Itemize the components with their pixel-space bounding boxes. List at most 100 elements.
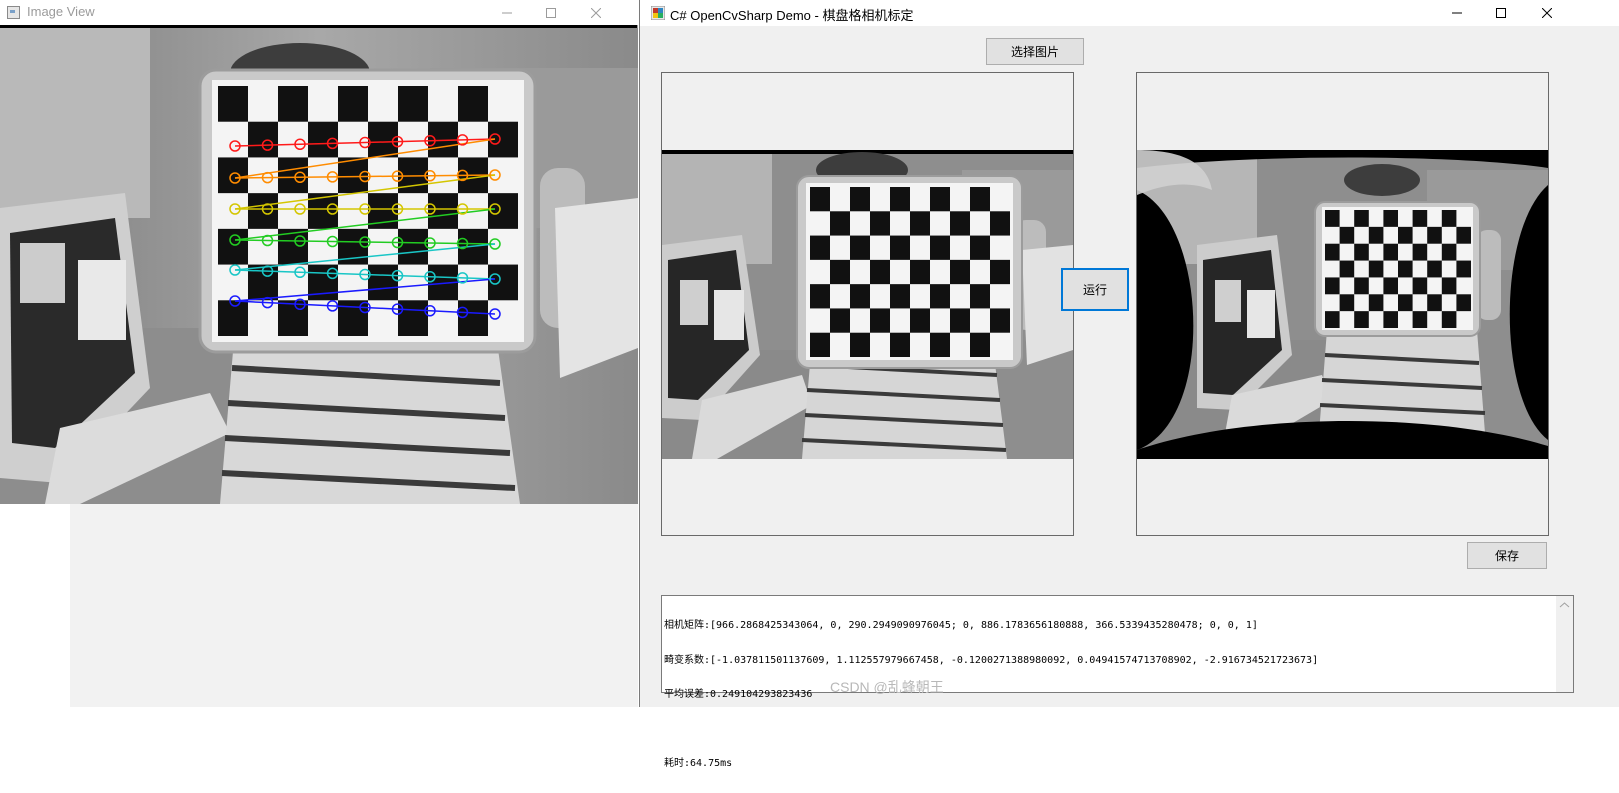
checker-square xyxy=(1354,277,1369,295)
checker-square xyxy=(1456,260,1471,278)
result-line-mean-error: 平均误差:0.249104293823436 xyxy=(664,689,813,700)
minimize-button[interactable] xyxy=(484,0,530,25)
checker-square xyxy=(1339,226,1355,244)
source-picturebox xyxy=(661,72,1074,536)
checker-square xyxy=(870,308,890,333)
checker-square xyxy=(1325,311,1340,328)
checker-square xyxy=(930,235,950,260)
checker-square xyxy=(930,332,950,357)
close-icon xyxy=(591,7,601,18)
checker-square xyxy=(850,235,870,260)
checker-square xyxy=(1441,277,1457,295)
checker-square xyxy=(930,284,950,309)
checker-square xyxy=(1325,243,1340,261)
checker-square xyxy=(1456,226,1471,244)
checker-square xyxy=(1383,243,1398,261)
checker-square xyxy=(368,264,398,301)
checker-square xyxy=(1368,260,1384,278)
checker-square xyxy=(850,284,870,309)
close-button[interactable] xyxy=(1524,0,1570,25)
checker-square xyxy=(990,211,1010,236)
window-app-icon xyxy=(7,6,20,19)
checker-square xyxy=(398,228,428,265)
checker-square xyxy=(218,157,248,194)
checker-square xyxy=(870,211,890,236)
checker-square xyxy=(248,121,278,158)
source-photo xyxy=(662,150,1073,459)
checker-square xyxy=(1441,311,1457,328)
checker-square xyxy=(398,86,428,122)
run-button[interactable]: 运行 xyxy=(1061,268,1129,311)
checker-square xyxy=(338,86,368,122)
maximize-icon xyxy=(546,7,556,18)
maximize-button[interactable] xyxy=(1478,0,1524,25)
close-button[interactable] xyxy=(573,0,619,25)
checker-square xyxy=(810,332,830,357)
result-textbox[interactable]: 相机矩阵:[966.2868425343064, 0, 290.29490909… xyxy=(661,595,1574,769)
checker-square xyxy=(1412,243,1428,261)
checker-square xyxy=(308,121,338,158)
maximize-button[interactable] xyxy=(528,0,574,25)
checker-square xyxy=(1412,311,1428,328)
checker-square xyxy=(278,300,308,336)
checker-square xyxy=(1441,243,1457,261)
checker-square xyxy=(458,300,488,336)
result-line-camera-matrix: 相机矩阵:[966.2868425343064, 0, 290.29490909… xyxy=(664,620,1258,631)
checker-square xyxy=(950,259,970,285)
checker-square xyxy=(890,284,910,309)
checker-square xyxy=(870,259,890,285)
checker-square xyxy=(810,284,830,309)
checker-square xyxy=(1354,311,1369,328)
checker-square xyxy=(970,332,990,357)
checker-square xyxy=(1412,277,1428,295)
minimize-icon xyxy=(1452,12,1462,13)
checker-square xyxy=(1441,210,1457,227)
result-line-elapsed: 耗时:64.75ms xyxy=(664,758,733,769)
minimize-button[interactable] xyxy=(1434,0,1480,25)
vertical-scrollbar[interactable] xyxy=(1556,596,1573,692)
checker-square xyxy=(1383,311,1398,328)
checker-square xyxy=(950,308,970,333)
checker-square xyxy=(810,235,830,260)
checker-square xyxy=(890,332,910,357)
checker-square xyxy=(970,284,990,309)
checker-square xyxy=(950,211,970,236)
checker-square xyxy=(1354,210,1369,227)
chessboard-corners-image xyxy=(0,28,638,504)
checker-square xyxy=(338,157,368,194)
scroll-up-icon[interactable] xyxy=(1556,598,1573,612)
checker-square xyxy=(1354,243,1369,261)
checker-square xyxy=(890,235,910,260)
checker-square xyxy=(890,187,910,212)
winforms-app-icon xyxy=(651,6,665,20)
checker-square xyxy=(218,228,248,265)
checker-square xyxy=(990,308,1010,333)
checker-square xyxy=(990,259,1010,285)
checker-square xyxy=(1383,277,1398,295)
undistorted-picturebox xyxy=(1136,72,1549,536)
checker-square xyxy=(458,86,488,122)
checker-square xyxy=(398,300,428,336)
checker-square xyxy=(850,187,870,212)
maximize-icon xyxy=(1496,7,1506,18)
checker-square xyxy=(1325,210,1340,227)
save-button[interactable]: 保存 xyxy=(1467,542,1547,569)
checker-square xyxy=(910,259,930,285)
checker-square xyxy=(1383,210,1398,227)
checker-square xyxy=(1325,277,1340,295)
checker-square xyxy=(930,187,950,212)
checker-square xyxy=(218,86,248,122)
checker-square xyxy=(850,332,870,357)
checker-square xyxy=(488,264,518,301)
demo-titlebar[interactable]: C# OpenCvSharp Demo - 棋盘格相机标定 xyxy=(640,0,1619,26)
image-view-titlebar[interactable]: Image View xyxy=(0,0,638,25)
image-view-window[interactable]: Image View xyxy=(0,0,638,504)
select-image-button[interactable]: 选择图片 xyxy=(986,38,1084,65)
checker-square xyxy=(830,308,850,333)
result-text: 相机矩阵:[966.2868425343064, 0, 290.29490909… xyxy=(664,597,1555,793)
desktop-background xyxy=(70,504,638,707)
checker-square xyxy=(428,193,458,229)
opencvsharp-demo-window[interactable]: C# OpenCvSharp Demo - 棋盘格相机标定 选择图片 运行 保存… xyxy=(639,0,1619,769)
checker-square xyxy=(488,193,518,229)
csdn-watermark: CSDN @乱蜂朝王 xyxy=(830,679,944,695)
